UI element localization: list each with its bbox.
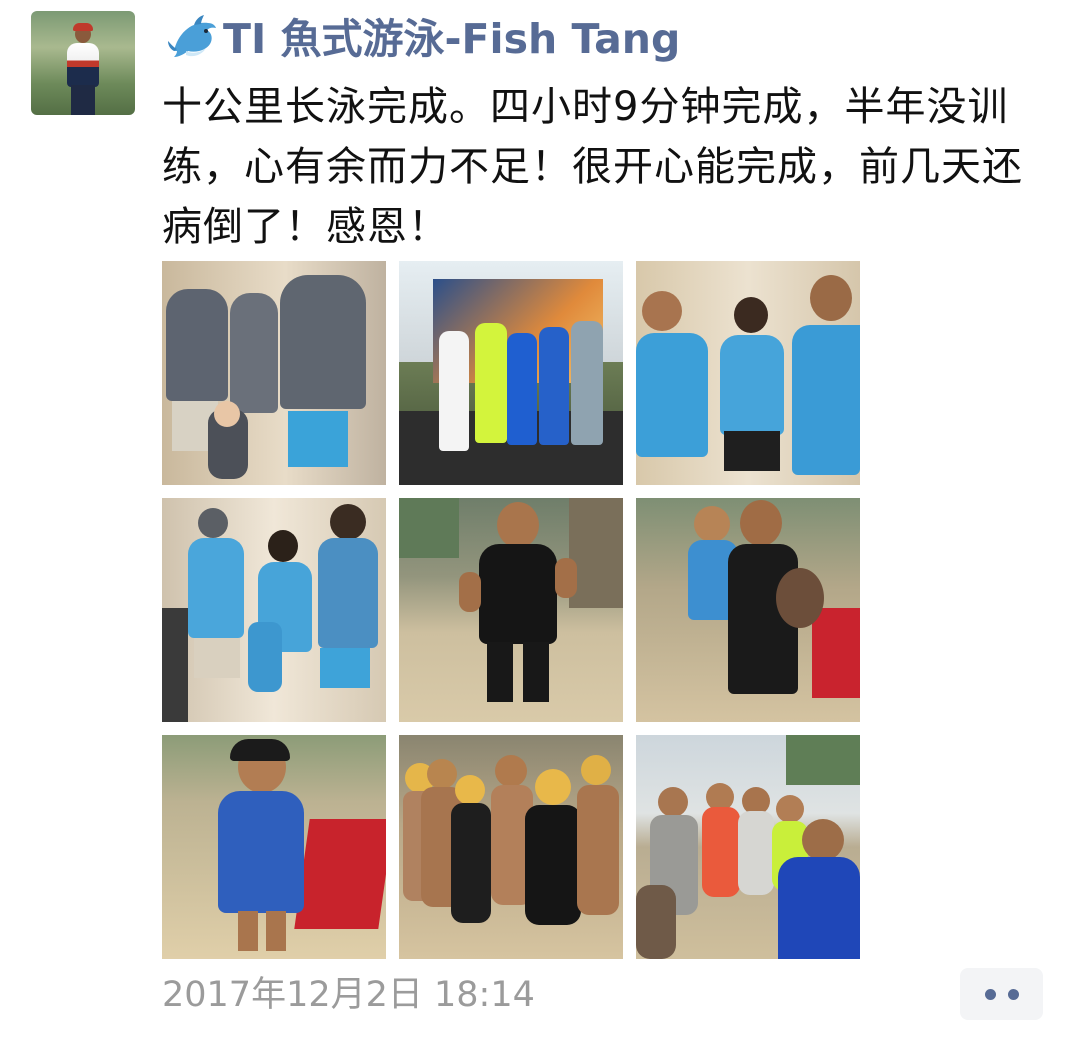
avatar-figure (63, 23, 103, 115)
moments-post: TI 魚式游泳-Fish Tang 十公里长泳完成。四小时9分钟完成，半年没训练… (0, 0, 1080, 1044)
photo-group-hooded-jackets[interactable] (162, 261, 386, 485)
post-timestamp: 2017年12月2日 18:14 (162, 975, 535, 1015)
photo-grid (162, 261, 861, 960)
dolphin-icon (168, 15, 216, 57)
author-name[interactable]: TI 魚式游泳-Fish Tang (223, 10, 680, 68)
photo-swimmer-wetsuit[interactable] (399, 498, 623, 722)
photo-swimmers-group-beach[interactable] (399, 735, 623, 959)
more-dots-icon (984, 988, 996, 1000)
photo-man-holding-child[interactable] (636, 498, 860, 722)
post-text: 十公里长泳完成。四小时9分钟完成，半年没训练，心有余而力不足！很开心能完成，前几… (162, 84, 1023, 250)
more-actions-button[interactable] (960, 968, 1043, 1020)
photo-child-on-beach[interactable] (162, 735, 386, 959)
avatar[interactable] (31, 11, 135, 115)
photo-three-with-medals[interactable] (636, 261, 860, 485)
more-dots-icon (1007, 988, 1019, 1000)
photo-group-at-event-banner[interactable] (399, 261, 623, 485)
photo-group-on-beach[interactable] (636, 735, 860, 959)
photo-family-posing[interactable] (162, 498, 386, 722)
